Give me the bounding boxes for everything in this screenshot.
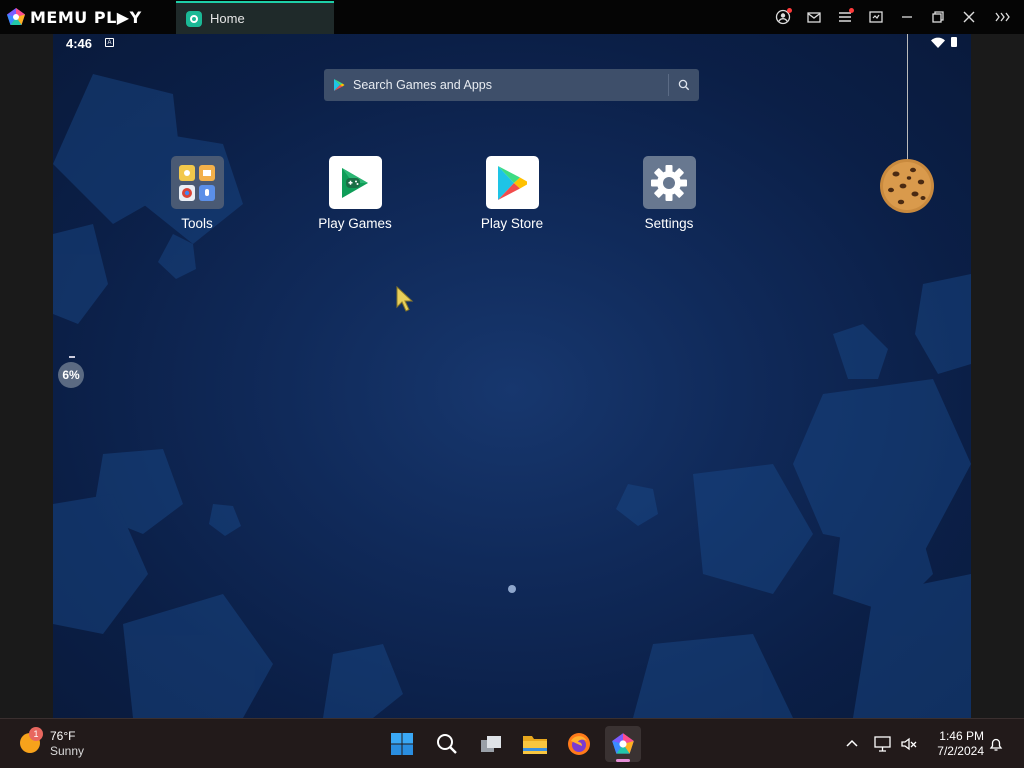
search-input[interactable]: Search Games and Apps xyxy=(353,78,668,92)
show-hidden-icons-button[interactable] xyxy=(842,734,862,754)
settings-gear-icon xyxy=(642,156,696,209)
firefox-icon xyxy=(568,733,590,755)
tools-folder-icon xyxy=(170,156,224,209)
minimize-icon xyxy=(902,16,912,18)
wifi-icon xyxy=(931,37,945,48)
brand-name: MEMU PL▶Y xyxy=(30,7,142,27)
system-clock[interactable]: 1:46 PM 7/2/2024 xyxy=(926,729,984,759)
taskbar-search-button[interactable] xyxy=(429,726,465,762)
memu-icon xyxy=(612,733,634,754)
start-button[interactable] xyxy=(384,726,420,762)
app-play-store-label: Play Store xyxy=(480,216,544,231)
account-button[interactable] xyxy=(773,7,793,27)
home-tab-icon xyxy=(186,10,202,27)
cookie-widget-icon[interactable] xyxy=(879,158,935,214)
menu-button[interactable] xyxy=(835,7,855,27)
network-button[interactable] xyxy=(873,734,893,754)
cpu-badge-tick xyxy=(69,356,75,358)
sun-icon: 1 xyxy=(20,727,43,755)
close-icon xyxy=(963,11,975,23)
volume-button[interactable] xyxy=(899,734,919,754)
screenshot-icon xyxy=(869,11,883,23)
app-play-store[interactable]: Play Store xyxy=(462,156,562,231)
clock-date: 7/2/2024 xyxy=(937,744,984,758)
memu-taskbar-button[interactable] xyxy=(605,726,641,762)
screenshot-button[interactable] xyxy=(866,7,886,27)
task-view-icon xyxy=(481,736,501,752)
play-games-icon xyxy=(328,156,382,209)
mail-button[interactable] xyxy=(804,7,824,27)
network-icon xyxy=(874,736,891,752)
volume-muted-icon xyxy=(901,737,917,751)
weather-condition: Sunny xyxy=(50,744,85,758)
app-tools-label: Tools xyxy=(181,216,213,231)
expand-icon xyxy=(995,12,1010,22)
battery-icon xyxy=(951,37,957,47)
bell-icon xyxy=(989,738,1003,751)
mail-icon xyxy=(807,12,821,23)
play-store-icon xyxy=(485,156,539,209)
restore-button[interactable] xyxy=(928,7,948,27)
memu-logo-icon xyxy=(7,8,25,25)
notifications-button[interactable] xyxy=(986,734,1006,754)
play-store-mini-icon xyxy=(334,79,345,91)
clock-time: 1:46 PM xyxy=(939,729,984,743)
chevron-up-icon xyxy=(846,739,858,747)
android-home-screen[interactable]: 4:46 A Search Games and Apps Tools Play … xyxy=(53,34,971,718)
task-view-button[interactable] xyxy=(473,726,509,762)
weather-badge: 1 xyxy=(29,727,43,741)
firefox-button[interactable] xyxy=(561,726,597,762)
restore-icon xyxy=(932,11,944,23)
minimize-button[interactable] xyxy=(897,7,917,27)
android-status-time: 4:46 xyxy=(66,36,93,51)
windows-taskbar: 1 76°F Sunny 1:46 PM 7/2/2024 xyxy=(0,718,1024,768)
app-play-games-label: Play Games xyxy=(318,216,392,231)
pentagon-wallpaper xyxy=(53,74,971,718)
app-settings-label: Settings xyxy=(644,216,694,231)
mouse-cursor-icon xyxy=(396,286,414,312)
search-icon[interactable] xyxy=(669,69,699,101)
cookie-string xyxy=(907,34,908,162)
file-explorer-button[interactable] xyxy=(517,726,553,762)
tab-home[interactable]: Home xyxy=(176,1,334,34)
title-bar: MEMU PL▶Y Home xyxy=(0,0,1024,34)
page-indicator-dot xyxy=(508,585,516,593)
cpu-usage-badge[interactable]: 6% xyxy=(58,362,84,388)
weather-widget[interactable]: 1 76°F Sunny xyxy=(20,727,85,759)
search-bar[interactable]: Search Games and Apps xyxy=(324,69,699,101)
brand: MEMU PL▶Y xyxy=(6,5,142,29)
expand-sidebar-button[interactable] xyxy=(993,7,1013,27)
notification-icon: A xyxy=(105,38,114,47)
weather-temperature: 76°F xyxy=(50,729,76,743)
close-button[interactable] xyxy=(959,7,979,27)
file-explorer-icon xyxy=(523,736,547,754)
app-play-games[interactable]: Play Games xyxy=(305,156,405,231)
right-sidebar xyxy=(971,34,1024,718)
app-tools[interactable]: Tools xyxy=(147,156,247,231)
windows-start-icon xyxy=(391,733,413,755)
search-icon xyxy=(437,734,457,754)
app-settings[interactable]: Settings xyxy=(619,156,719,231)
left-sidebar xyxy=(0,34,53,718)
memu-emulator-window: MEMU PL▶Y Home 4:46 A Search Games and A… xyxy=(0,0,1024,768)
tab-home-label: Home xyxy=(210,11,245,26)
